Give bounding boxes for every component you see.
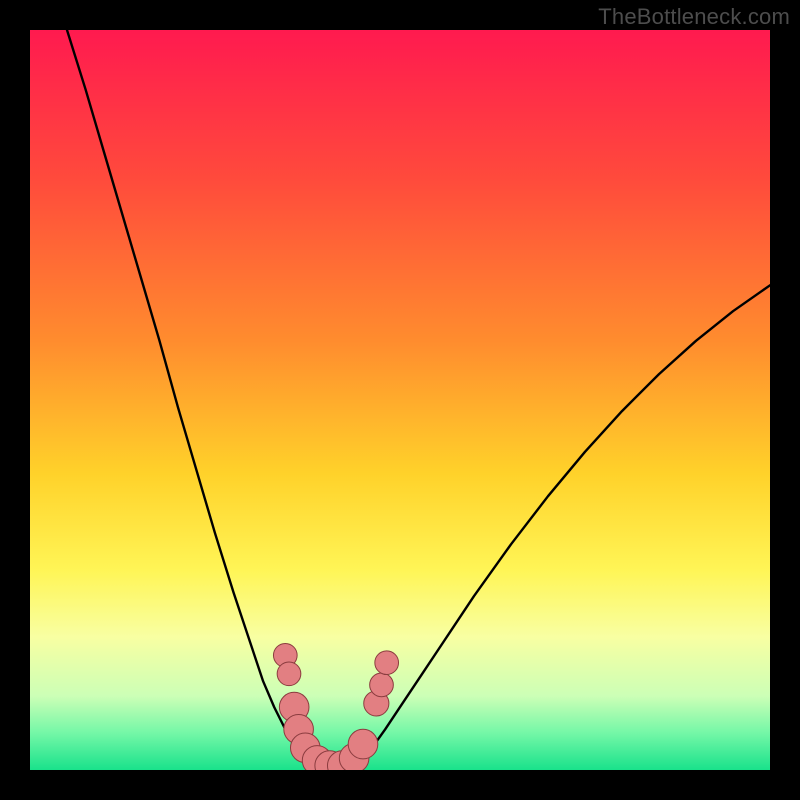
chart-svg [30,30,770,770]
data-marker [348,729,378,759]
data-marker [277,662,301,686]
gradient-background [30,30,770,770]
plot-area [30,30,770,770]
data-marker [370,673,394,697]
chart-frame: TheBottleneck.com [0,0,800,800]
data-marker [375,651,399,675]
watermark-text: TheBottleneck.com [598,4,790,30]
